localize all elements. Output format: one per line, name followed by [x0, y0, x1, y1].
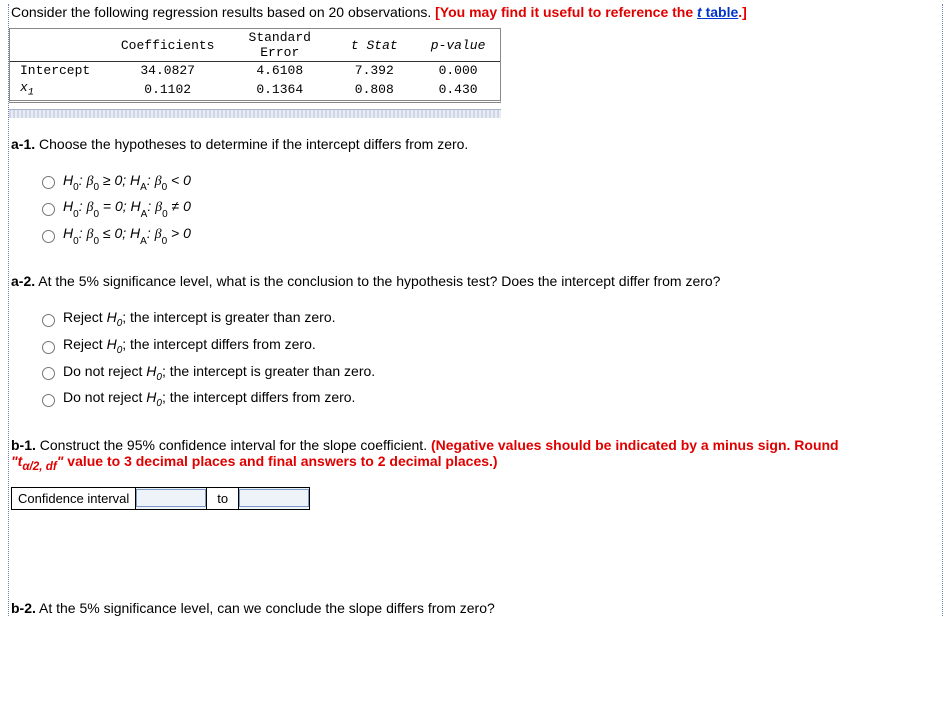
ci-lower-input[interactable] [136, 489, 206, 507]
question-container: Consider the following regression result… [8, 4, 943, 616]
col-coefficients: Coefficients [108, 29, 227, 62]
col-pvalue: p-value [416, 29, 500, 62]
a2-options: Reject H0; the intercept is greater than… [37, 309, 942, 409]
cell-coef: 0.1102 [108, 79, 227, 100]
a2-option-label: Do not reject H0; the intercept is great… [63, 363, 375, 383]
regression-table-wrap: Coefficients Standard Error t Stat p-val… [9, 28, 501, 103]
t-table-link[interactable]: t table [697, 4, 738, 20]
a2-prompt: a-2. At the 5% significance level, what … [9, 273, 942, 289]
a2-option-label: Reject H0; the intercept differs from ze… [63, 336, 316, 356]
a2-option-label: Reject H0; the intercept is greater than… [63, 309, 336, 329]
table-row: x1 0.1102 0.1364 0.808 0.430 [10, 79, 500, 100]
a1-prompt: a-1. Choose the hypotheses to determine … [9, 136, 942, 152]
a1-option-2[interactable]: H0: β0 = 0; HA: β0 ≠ 0 [37, 198, 942, 218]
confidence-interval-table: Confidence interval to [11, 487, 310, 510]
ci-to-label: to [207, 487, 239, 509]
intro-text: Consider the following regression result… [9, 4, 942, 26]
a2-radio-2[interactable] [42, 341, 55, 354]
table-row: Intercept 34.0827 4.6108 7.392 0.000 [10, 62, 500, 80]
table-scroll-indicator [9, 109, 501, 118]
cell-se: 0.1364 [227, 79, 332, 100]
row-label-x1: x1 [10, 79, 108, 100]
cell-p: 0.000 [416, 62, 500, 80]
a1-radio-3[interactable] [42, 230, 55, 243]
regression-table: Coefficients Standard Error t Stat p-val… [10, 29, 500, 100]
a2-option-3[interactable]: Do not reject H0; the intercept is great… [37, 363, 942, 383]
b1-prompt: b-1. Construct the 95% confidence interv… [9, 437, 942, 473]
a2-option-label: Do not reject H0; the intercept differs … [63, 389, 355, 409]
a2-option-1[interactable]: Reject H0; the intercept is greater than… [37, 309, 942, 329]
a1-option-label: H0: β0 ≤ 0; HA: β0 > 0 [63, 225, 191, 245]
a2-radio-3[interactable] [42, 367, 55, 380]
a1-option-3[interactable]: H0: β0 ≤ 0; HA: β0 > 0 [37, 225, 942, 245]
a2-radio-4[interactable] [42, 394, 55, 407]
row-label-intercept: Intercept [10, 62, 108, 80]
a1-option-label: H0: β0 = 0; HA: β0 ≠ 0 [63, 198, 191, 218]
a2-option-2[interactable]: Reject H0; the intercept differs from ze… [37, 336, 942, 356]
cell-t: 7.392 [332, 62, 416, 80]
cell-t: 0.808 [332, 79, 416, 100]
cell-coef: 34.0827 [108, 62, 227, 80]
cell-p: 0.430 [416, 79, 500, 100]
a2-radio-1[interactable] [42, 314, 55, 327]
intro-sentence: Consider the following regression result… [11, 4, 435, 20]
a1-radio-2[interactable] [42, 203, 55, 216]
b2-prompt: b-2. At the 5% significance level, can w… [9, 600, 942, 616]
ci-upper-input[interactable] [239, 489, 309, 507]
col-tstat: t Stat [332, 29, 416, 62]
cell-se: 4.6108 [227, 62, 332, 80]
hint-text: [You may find it useful to reference the… [435, 4, 747, 20]
a1-options: H0: β0 ≥ 0; HA: β0 < 0 H0: β0 = 0; HA: β… [37, 172, 942, 245]
ci-label: Confidence interval [12, 487, 136, 509]
col-stderr: Standard Error [227, 29, 332, 62]
a2-option-4[interactable]: Do not reject H0; the intercept differs … [37, 389, 942, 409]
a1-option-label: H0: β0 ≥ 0; HA: β0 < 0 [63, 172, 191, 192]
a1-option-1[interactable]: H0: β0 ≥ 0; HA: β0 < 0 [37, 172, 942, 192]
a1-radio-1[interactable] [42, 176, 55, 189]
